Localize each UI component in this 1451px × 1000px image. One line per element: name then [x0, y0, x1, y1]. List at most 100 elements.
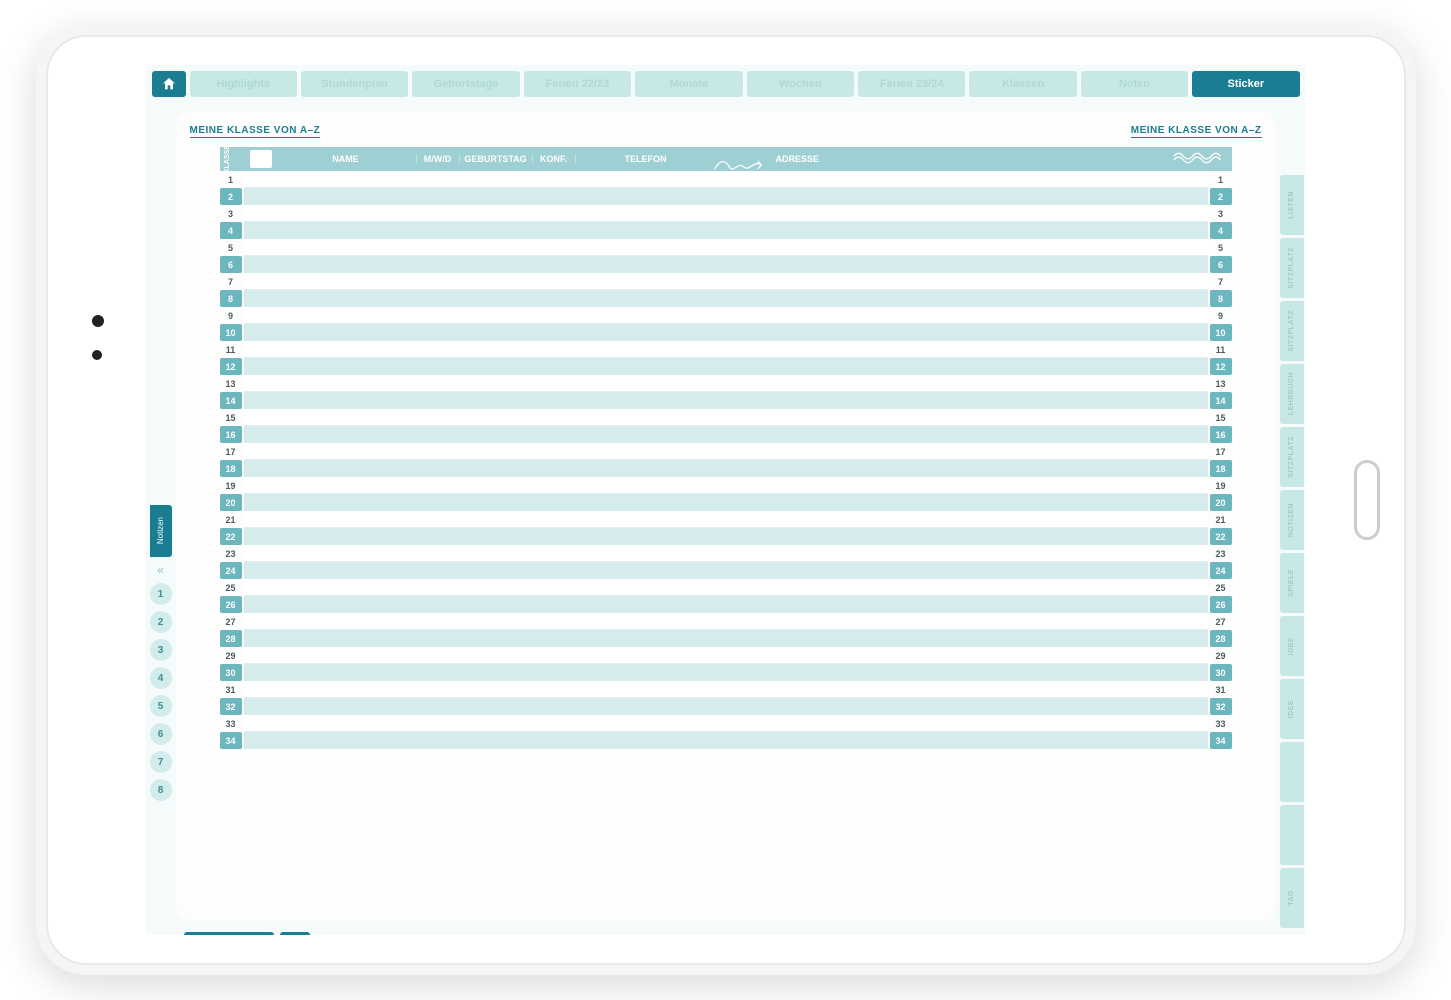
- table-row[interactable]: 2121: [220, 511, 1232, 528]
- table-row[interactable]: 1818: [220, 460, 1232, 477]
- faq-button[interactable]: FAQ: [280, 932, 310, 935]
- right-tab-1[interactable]: SITZPLATZ: [1280, 238, 1304, 298]
- row-content[interactable]: [244, 392, 1208, 409]
- table-row[interactable]: 2020: [220, 494, 1232, 511]
- row-content[interactable]: [244, 307, 1208, 324]
- row-content[interactable]: [244, 664, 1208, 681]
- row-content[interactable]: [244, 477, 1208, 494]
- left-bullet-3[interactable]: 3: [150, 639, 172, 661]
- right-tab-5[interactable]: NOTIZEN: [1280, 490, 1304, 550]
- row-content[interactable]: [244, 290, 1208, 307]
- row-content[interactable]: [244, 188, 1208, 205]
- right-tab-2[interactable]: SITZPLATZ: [1280, 301, 1304, 361]
- right-tab-6[interactable]: SPIELE: [1280, 553, 1304, 613]
- table-row[interactable]: 1616: [220, 426, 1232, 443]
- row-content[interactable]: [244, 613, 1208, 630]
- table-row[interactable]: 3131: [220, 681, 1232, 698]
- table-row[interactable]: 2929: [220, 647, 1232, 664]
- table-row[interactable]: 3434: [220, 732, 1232, 749]
- table-row[interactable]: 2222: [220, 528, 1232, 545]
- notizen-tab[interactable]: Notizen: [150, 505, 172, 557]
- home-hardware-button[interactable]: [1354, 460, 1380, 540]
- right-tab-0[interactable]: LISTEN: [1280, 175, 1304, 235]
- row-content[interactable]: [244, 562, 1208, 579]
- table-row[interactable]: 3333: [220, 715, 1232, 732]
- row-content[interactable]: [244, 698, 1208, 715]
- row-content[interactable]: [244, 511, 1208, 528]
- table-row[interactable]: 1313: [220, 375, 1232, 392]
- row-content[interactable]: [244, 443, 1208, 460]
- nav-tab-wochen[interactable]: Wochen: [747, 71, 854, 97]
- table-row[interactable]: 3232: [220, 698, 1232, 715]
- row-content[interactable]: [244, 324, 1208, 341]
- table-row[interactable]: 1212: [220, 358, 1232, 375]
- klasse-input-box[interactable]: [250, 150, 272, 168]
- row-content[interactable]: [244, 358, 1208, 375]
- row-content[interactable]: [244, 528, 1208, 545]
- right-tab-7[interactable]: IDEE: [1280, 616, 1304, 676]
- row-content[interactable]: [244, 426, 1208, 443]
- table-row[interactable]: 3030: [220, 664, 1232, 681]
- row-content[interactable]: [244, 596, 1208, 613]
- table-row[interactable]: 1919: [220, 477, 1232, 494]
- row-content[interactable]: [244, 715, 1208, 732]
- left-bullet-7[interactable]: 7: [150, 751, 172, 773]
- table-row[interactable]: 99: [220, 307, 1232, 324]
- nav-tab-ferien-22-23[interactable]: Ferien 22/23: [524, 71, 631, 97]
- table-row[interactable]: 2626: [220, 596, 1232, 613]
- row-content[interactable]: [244, 579, 1208, 596]
- table-row[interactable]: 2424: [220, 562, 1232, 579]
- nav-tab-noten[interactable]: Noten: [1081, 71, 1188, 97]
- row-content[interactable]: [244, 460, 1208, 477]
- nav-tab-klassen[interactable]: Klassen: [969, 71, 1076, 97]
- table-row[interactable]: 1717: [220, 443, 1232, 460]
- row-content[interactable]: [244, 630, 1208, 647]
- row-content[interactable]: [244, 273, 1208, 290]
- table-row[interactable]: 88: [220, 290, 1232, 307]
- row-content[interactable]: [244, 341, 1208, 358]
- left-bullet-4[interactable]: 4: [150, 667, 172, 689]
- nav-tab-geburtstage[interactable]: Geburtstage: [412, 71, 519, 97]
- nav-tab-sticker[interactable]: Sticker: [1192, 71, 1299, 97]
- table-row[interactable]: 55: [220, 239, 1232, 256]
- home-button[interactable]: [152, 71, 186, 97]
- chevron-up-icon[interactable]: «: [157, 563, 164, 577]
- right-tab-3[interactable]: LEHRBUCH: [1280, 364, 1304, 424]
- table-row[interactable]: 2323: [220, 545, 1232, 562]
- row-content[interactable]: [244, 494, 1208, 511]
- table-row[interactable]: 66: [220, 256, 1232, 273]
- row-content[interactable]: [244, 222, 1208, 239]
- impressum-button[interactable]: Impressum & Kontakt: [184, 932, 274, 935]
- table-row[interactable]: 1414: [220, 392, 1232, 409]
- row-content[interactable]: [244, 256, 1208, 273]
- right-tab-4[interactable]: SITZPLATZ: [1280, 427, 1304, 487]
- table-row[interactable]: 22: [220, 188, 1232, 205]
- table-row[interactable]: 2525: [220, 579, 1232, 596]
- nav-tab-stundenplan[interactable]: Stundenplan: [301, 71, 408, 97]
- row-content[interactable]: [244, 681, 1208, 698]
- table-row[interactable]: 2828: [220, 630, 1232, 647]
- row-content[interactable]: [244, 647, 1208, 664]
- nav-tab-highlights[interactable]: Highlights: [190, 71, 297, 97]
- right-tab-11[interactable]: TAG: [1280, 868, 1304, 928]
- left-bullet-8[interactable]: 8: [150, 779, 172, 801]
- table-row[interactable]: 1515: [220, 409, 1232, 426]
- left-bullet-5[interactable]: 5: [150, 695, 172, 717]
- table-row[interactable]: 33: [220, 205, 1232, 222]
- left-bullet-2[interactable]: 2: [150, 611, 172, 633]
- left-bullet-1[interactable]: 1: [150, 583, 172, 605]
- right-tab-10[interactable]: [1280, 805, 1304, 865]
- table-row[interactable]: 1111: [220, 341, 1232, 358]
- left-bullet-6[interactable]: 6: [150, 723, 172, 745]
- table-row[interactable]: 2727: [220, 613, 1232, 630]
- nav-tab-ferien-23-24[interactable]: Ferien 23/24: [858, 71, 965, 97]
- right-tab-8[interactable]: IDEE: [1280, 679, 1304, 739]
- row-content[interactable]: [244, 205, 1208, 222]
- row-content[interactable]: [244, 375, 1208, 392]
- table-row[interactable]: 44: [220, 222, 1232, 239]
- row-content[interactable]: [244, 732, 1208, 749]
- table-row[interactable]: 77: [220, 273, 1232, 290]
- right-tab-9[interactable]: [1280, 742, 1304, 802]
- table-row[interactable]: 1010: [220, 324, 1232, 341]
- row-content[interactable]: [244, 239, 1208, 256]
